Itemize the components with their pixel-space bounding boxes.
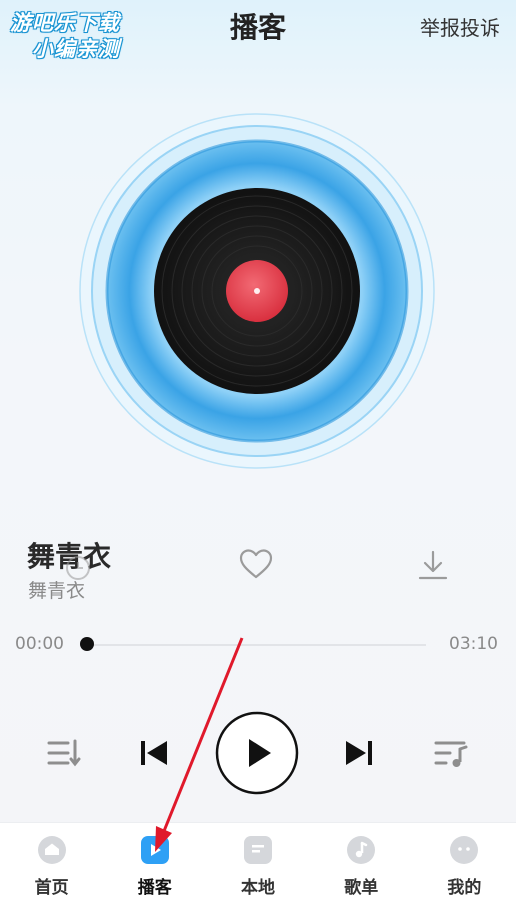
tab-label-podcast: 播客 xyxy=(137,878,172,898)
previous-track-icon[interactable] xyxy=(137,736,171,770)
lyrics-list-icon[interactable] xyxy=(432,735,470,771)
download-icon[interactable] xyxy=(416,548,450,582)
tab-podcast[interactable]: 播客 xyxy=(103,823,206,901)
profile-face-icon xyxy=(450,836,479,864)
playlist-icon[interactable] xyxy=(44,735,82,771)
current-time: 00:00 xyxy=(15,634,64,654)
tab-label-home: 首页 xyxy=(34,878,69,898)
favorite-heart-icon[interactable] xyxy=(238,547,274,581)
progress-knob[interactable] xyxy=(80,637,94,651)
tab-label-playlists: 歌单 xyxy=(344,878,379,898)
music-note-icon xyxy=(347,836,376,864)
tab-mine[interactable]: 我的 xyxy=(413,823,516,901)
vinyl-disc-artwork xyxy=(79,113,435,469)
tab-home[interactable]: 首页 xyxy=(0,823,103,901)
play-button[interactable] xyxy=(215,711,299,795)
local-file-icon xyxy=(244,836,272,864)
home-icon xyxy=(37,836,66,864)
total-time: 03:10 xyxy=(449,634,498,654)
report-button[interactable]: 举报投诉 xyxy=(420,14,500,42)
tab-local[interactable]: 本地 xyxy=(206,823,309,901)
song-artist: 舞青衣 xyxy=(28,580,86,602)
next-track-icon[interactable] xyxy=(342,736,376,770)
podcast-play-icon xyxy=(140,836,169,864)
tab-label-local: 本地 xyxy=(241,878,275,898)
bottom-tab-bar: 首页 播客 本地 歌单 我的 xyxy=(0,822,516,901)
tab-playlists[interactable]: 歌单 xyxy=(310,823,413,901)
tab-label-mine: 我的 xyxy=(447,878,482,898)
progress-track[interactable] xyxy=(87,644,426,646)
